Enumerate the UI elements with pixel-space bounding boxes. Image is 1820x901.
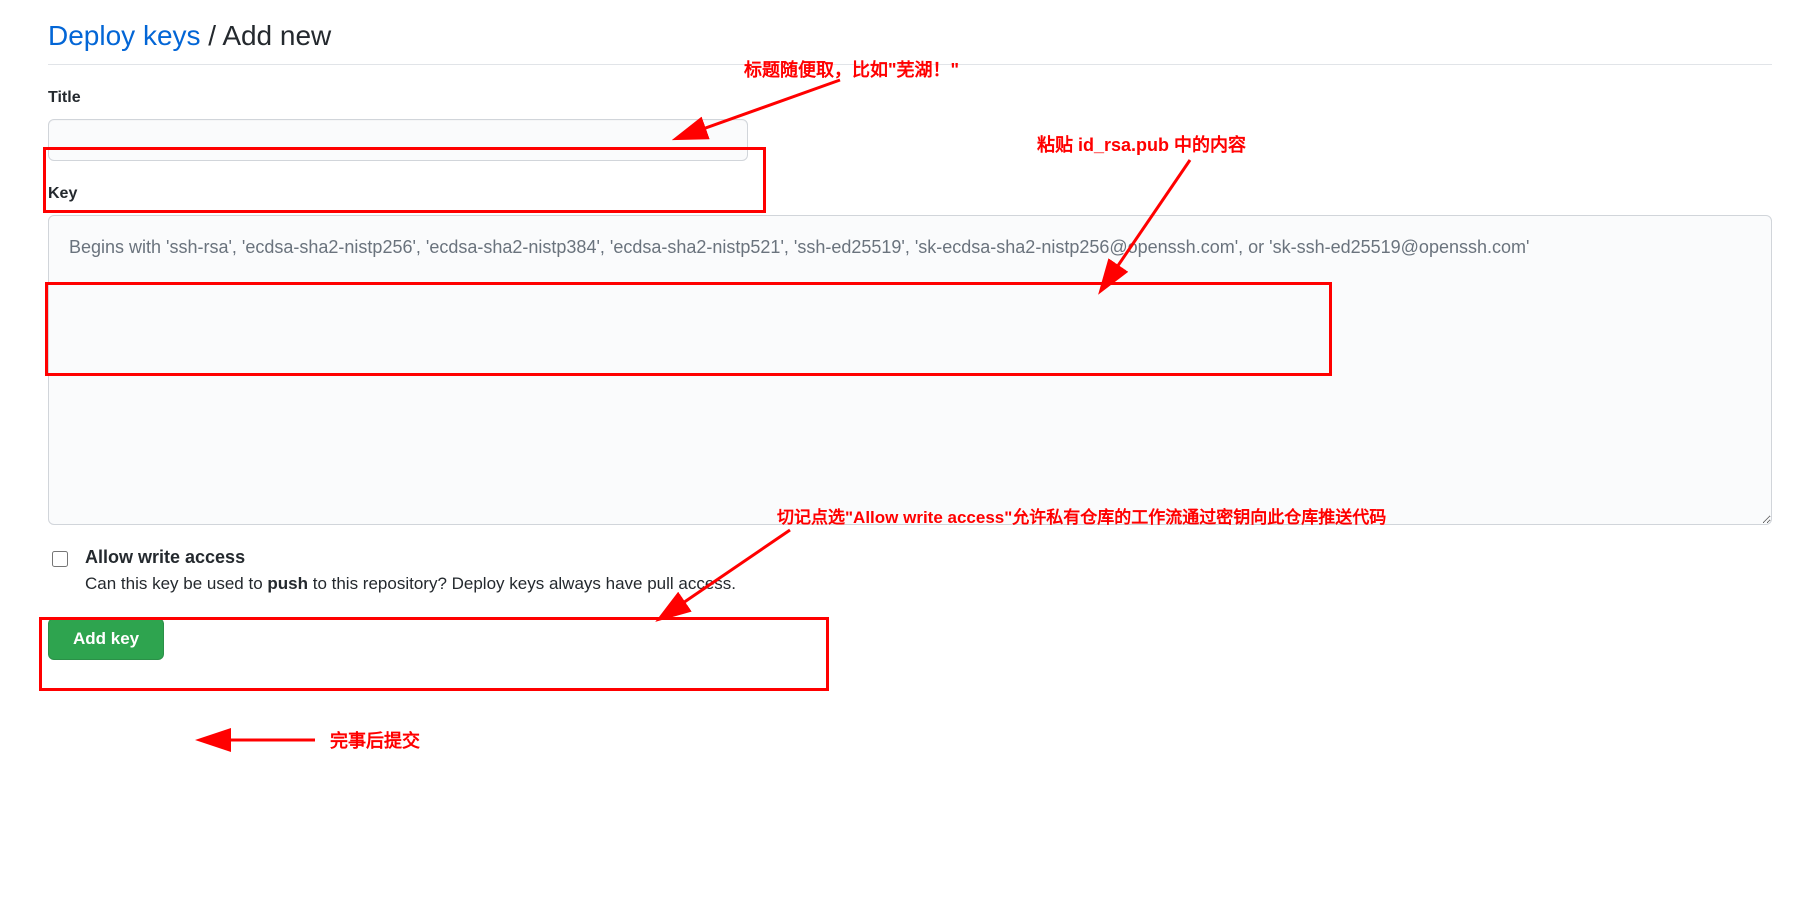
deploy-keys-link[interactable]: Deploy keys (48, 20, 201, 51)
form-container: Deploy keys / Add new Title Key Allow wr… (0, 0, 1820, 690)
allow-write-row: Allow write access Can this key be used … (48, 547, 1772, 594)
allow-write-label: Allow write access (85, 547, 736, 568)
key-textarea[interactable] (48, 215, 1772, 525)
page-title: Deploy keys / Add new (48, 20, 1772, 65)
title-label: Title (48, 89, 1772, 107)
key-label: Key (48, 185, 1772, 203)
allow-write-checkbox[interactable] (52, 551, 68, 567)
annot-text-submit: 完事后提交 (330, 727, 420, 753)
breadcrumb-current: Add new (222, 20, 331, 51)
title-input[interactable] (48, 119, 748, 161)
add-key-button[interactable]: Add key (48, 618, 164, 660)
allow-write-description: Can this key be used to push to this rep… (85, 574, 736, 594)
breadcrumb-sep: / (201, 20, 223, 51)
